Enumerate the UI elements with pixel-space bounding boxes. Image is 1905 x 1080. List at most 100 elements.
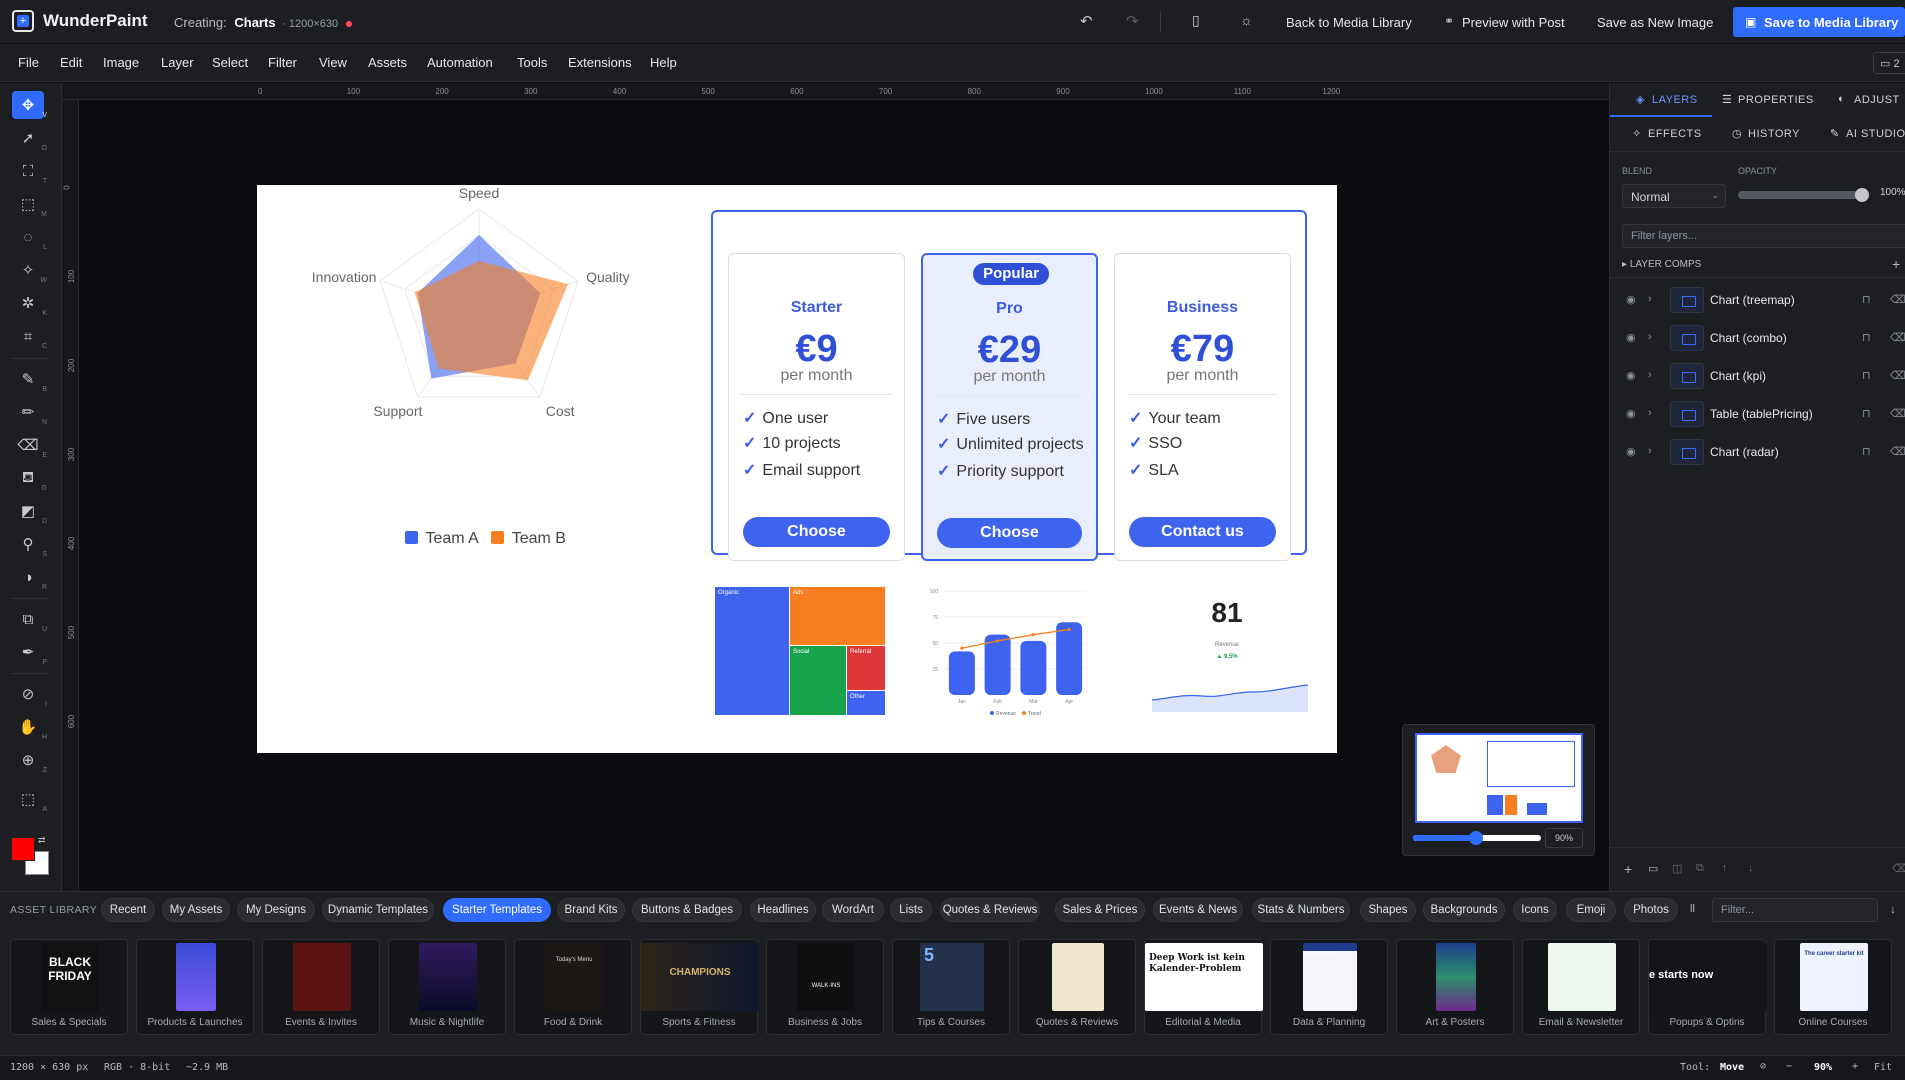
asset-filter-input[interactable]: Filter...: [1712, 898, 1878, 922]
undo-icon[interactable]: ↶: [1080, 12, 1093, 30]
chip-sales-prices[interactable]: Sales & Prices: [1055, 898, 1145, 922]
template-thumb[interactable]: 5 Tips & Courses: [892, 939, 1010, 1035]
gradient-tool[interactable]: ◩ D: [12, 497, 47, 525]
move-tool[interactable]: ✥ V: [12, 91, 47, 119]
filter-layers-input[interactable]: Filter layers...: [1622, 224, 1905, 248]
navigator-zoom-slider[interactable]: [1413, 831, 1541, 845]
dodge-tool[interactable]: ◑ R: [12, 563, 47, 592]
pricing-card-business[interactable]: Business €79 per month ✓ Your team ✓ SSO ✓…: [1114, 253, 1291, 561]
tab-properties[interactable]: ☰ PROPERTIES: [1722, 83, 1822, 117]
contact-us-button[interactable]: Contact us: [1129, 517, 1276, 547]
navigator-zoom-value[interactable]: 90%: [1545, 828, 1583, 848]
template-thumb[interactable]: Today's Menu Food & Drink: [514, 939, 632, 1035]
lock-icon[interactable]: ⊓: [1862, 445, 1871, 458]
chevron-right-icon[interactable]: ›: [1648, 369, 1652, 381]
fit-button[interactable]: Fit: [1874, 1062, 1892, 1073]
template-thumb[interactable]: The career starter kit Online Courses: [1774, 939, 1892, 1035]
move-up-icon[interactable]: ↑: [1722, 862, 1728, 874]
menu-automation[interactable]: Automation: [427, 55, 493, 70]
chip-events-news[interactable]: Events & News: [1153, 898, 1243, 922]
menu-file[interactable]: File: [18, 55, 39, 70]
fill-tool[interactable]: ⛾ G: [12, 464, 47, 493]
menu-edit[interactable]: Edit: [60, 55, 82, 70]
chip-photos[interactable]: Photos: [1624, 898, 1678, 922]
marquee-tool[interactable]: ⬚ M: [12, 190, 47, 218]
shape-tool[interactable]: ⧉ U: [12, 605, 47, 634]
choose-starter-button[interactable]: Choose: [743, 517, 890, 547]
brush-tool[interactable]: ✎ B: [12, 365, 47, 393]
new-folder-icon[interactable]: ▭: [1648, 862, 1658, 875]
crop-tool[interactable]: ⌗ C: [12, 322, 47, 351]
menu-assets[interactable]: Assets: [368, 55, 407, 70]
status-zoom-value[interactable]: 90%: [1814, 1062, 1832, 1073]
pricing-card-pro[interactable]: Popular Pro €29 per month ✓ Five users ✓ U…: [921, 253, 1098, 561]
preview-button[interactable]: Preview with Post: [1462, 15, 1565, 30]
hand-tool[interactable]: ✋ H: [12, 713, 47, 741]
document-icon[interactable]: ▯: [1192, 12, 1200, 29]
chip-icons[interactable]: Icons: [1513, 898, 1557, 922]
move-down-icon[interactable]: ↓: [1748, 862, 1754, 874]
panel-toggle-button[interactable]: ▭ 2: [1873, 52, 1905, 74]
transform-tool[interactable]: ⛶ T: [12, 157, 47, 186]
duplicate-icon[interactable]: ⧉: [1696, 862, 1704, 875]
more-chips-icon[interactable]: ll: [1690, 903, 1695, 915]
layer-row[interactable]: ◉ › Chart (treemap) ⊓ ⌫: [1610, 281, 1905, 319]
template-thumb[interactable]: WALK-INS Business & Jobs: [766, 939, 884, 1035]
slider-handle[interactable]: [1469, 831, 1483, 845]
lock-icon[interactable]: ⊓: [1862, 407, 1871, 420]
chip-starter-templates[interactable]: Starter Templates: [443, 898, 551, 922]
pricing-table[interactable]: Starter €9 per month ✓ One user ✓ 10 proje…: [711, 210, 1307, 561]
chip-lists[interactable]: Lists: [890, 898, 932, 922]
menu-tools[interactable]: Tools: [517, 55, 547, 70]
foreground-color-swatch[interactable]: [11, 837, 35, 861]
save-to-library-button[interactable]: ▣ Save to Media Library: [1733, 7, 1905, 37]
choose-pro-button[interactable]: Choose: [937, 518, 1082, 548]
lasso-tool[interactable]: ◌ L: [12, 223, 47, 252]
menu-filter[interactable]: Filter: [268, 55, 297, 70]
mask-icon[interactable]: ◫: [1672, 862, 1682, 875]
opacity-value[interactable]: 100%: [1880, 187, 1905, 198]
chip-headlines[interactable]: Headlines: [750, 898, 816, 922]
layer-row[interactable]: ◉ › Table (tablePricing) ⊓ ⌫: [1610, 395, 1905, 433]
chip-shapes[interactable]: Shapes: [1360, 898, 1416, 922]
pointer-tool[interactable]: ➚ O: [12, 124, 47, 152]
trash-icon[interactable]: ⌫: [1890, 445, 1905, 458]
navigator-panel[interactable]: 90%: [1402, 724, 1595, 856]
snap-off-icon[interactable]: ⊘: [1760, 1061, 1766, 1072]
eye-icon[interactable]: ◉: [1626, 369, 1636, 382]
chip-backgrounds[interactable]: Backgrounds: [1423, 898, 1505, 922]
lock-icon[interactable]: ⊓: [1862, 293, 1871, 306]
eraser-tool[interactable]: ⌫ E: [12, 431, 47, 459]
smart-select-tool[interactable]: ✲ K: [12, 289, 47, 317]
eye-icon[interactable]: ◉: [1626, 445, 1636, 458]
chip-wordart[interactable]: WordArt: [822, 898, 884, 922]
lock-icon[interactable]: ⊓: [1862, 369, 1871, 382]
template-thumb[interactable]: Events & Invites: [262, 939, 380, 1035]
zoom-in-button[interactable]: +: [1852, 1061, 1858, 1072]
menu-layer[interactable]: Layer: [161, 55, 194, 70]
download-icon[interactable]: ↓: [1890, 902, 1896, 916]
menu-view[interactable]: View: [319, 55, 347, 70]
magic-wand-tool[interactable]: ✧ W: [12, 256, 47, 284]
template-thumb[interactable]: A record year Data & Planning: [1270, 939, 1388, 1035]
chip-emoji[interactable]: Emoji: [1566, 898, 1616, 922]
menu-select[interactable]: Select: [212, 55, 248, 70]
tab-layers[interactable]: ◈ LAYERS: [1610, 83, 1712, 117]
eyedropper-tool[interactable]: ⊘ I: [12, 680, 47, 708]
swap-colors-icon[interactable]: ⇄: [38, 835, 46, 846]
pricing-card-starter[interactable]: Starter €9 per month ✓ One user ✓ 10 proje…: [728, 253, 905, 561]
template-thumb[interactable]: e starts now Popups & Optins: [1648, 939, 1767, 1035]
template-thumb[interactable]: Quotes & Reviews: [1018, 939, 1136, 1035]
chip-brand-kits[interactable]: Brand Kits: [557, 898, 625, 922]
menu-image[interactable]: Image: [103, 55, 139, 70]
chip-dynamic-templates[interactable]: Dynamic Templates: [322, 898, 434, 922]
menu-help[interactable]: Help: [650, 55, 677, 70]
back-to-library-button[interactable]: Back to Media Library: [1286, 15, 1412, 30]
trash-icon[interactable]: ⌫: [1890, 293, 1905, 306]
slider-handle[interactable]: [1855, 188, 1869, 202]
eye-icon[interactable]: ◉: [1626, 407, 1636, 420]
chevron-right-icon[interactable]: ›: [1648, 293, 1652, 305]
delete-layer-icon[interactable]: ⌫: [1892, 862, 1905, 875]
pen-tool[interactable]: ✒ P: [12, 638, 47, 666]
menu-extensions[interactable]: Extensions: [568, 55, 632, 70]
